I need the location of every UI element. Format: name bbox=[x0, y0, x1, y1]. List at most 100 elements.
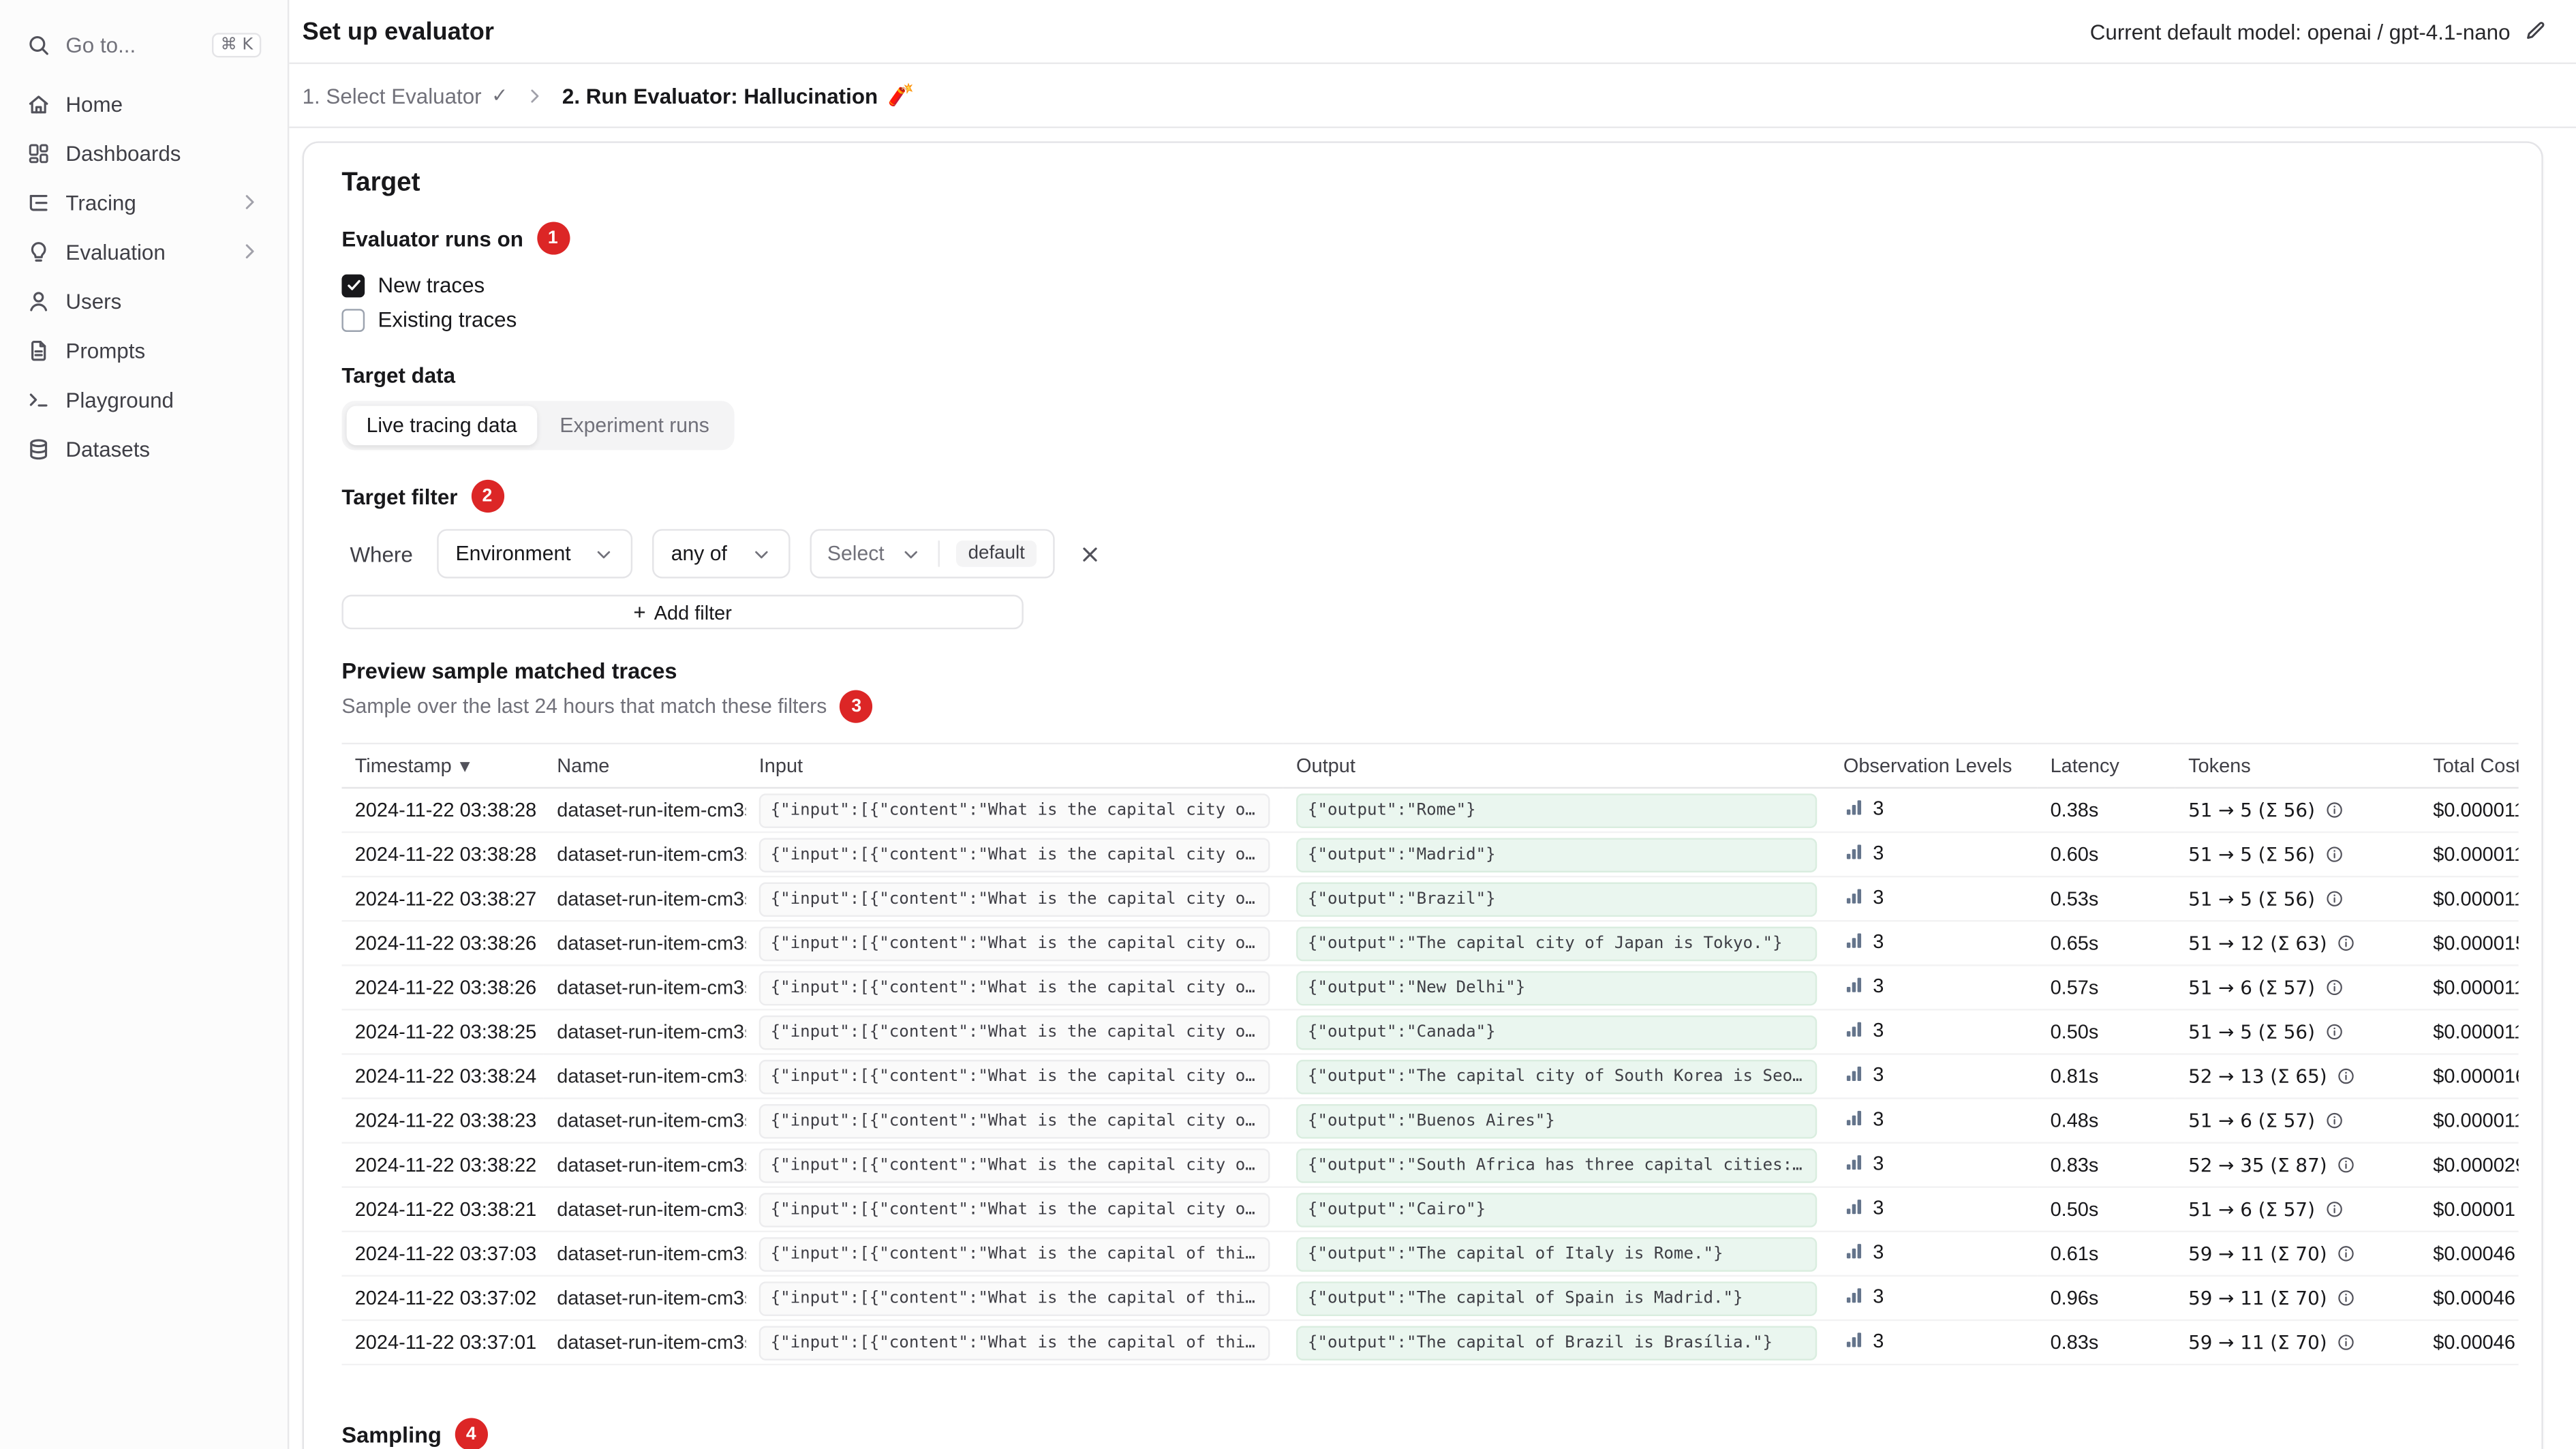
table-row[interactable]: 2024-11-22 03:38:28 dataset-run-item-cm3… bbox=[341, 787, 2519, 834]
cell-output: {"output":"Cairo"} bbox=[1283, 1187, 1830, 1233]
checkbox-new-traces[interactable]: New traces bbox=[341, 268, 2515, 303]
table-header-row: Timestamp ▼ Name Input Output Observation Lev… bbox=[341, 742, 2519, 789]
info-icon[interactable] bbox=[2337, 1155, 2357, 1175]
cell-total-cost: $0.000016 bbox=[2419, 1054, 2519, 1099]
sidebar-item-users[interactable]: Users bbox=[13, 276, 274, 325]
observation-levels-icon bbox=[1843, 1285, 1865, 1307]
cell-name: dataset-run-item-cm3s4 bbox=[543, 832, 746, 878]
info-icon[interactable] bbox=[2325, 977, 2344, 997]
sort-desc-icon: ▼ bbox=[459, 759, 470, 774]
checkbox-existing-traces[interactable]: Existing traces bbox=[341, 303, 2515, 337]
cell-name: dataset-run-item-cm3s4 bbox=[543, 1187, 746, 1233]
chevron-right-icon bbox=[524, 85, 545, 106]
dashboards-icon bbox=[27, 140, 51, 165]
table-row[interactable]: 2024-11-22 03:38:25 dataset-run-item-cm3… bbox=[341, 1009, 2519, 1055]
close-icon bbox=[1077, 541, 1102, 566]
checkbox[interactable] bbox=[341, 273, 365, 297]
table-row[interactable]: 2024-11-22 03:38:21 dataset-run-item-cm3… bbox=[341, 1187, 2519, 1233]
sidebar-item-datasets[interactable]: Datasets bbox=[13, 424, 274, 473]
column-header-input[interactable]: Input bbox=[746, 742, 1283, 789]
column-header-name[interactable]: Name bbox=[543, 742, 746, 789]
table-row[interactable]: 2024-11-22 03:38:24 dataset-run-item-cm3… bbox=[341, 1054, 2519, 1099]
cell-name: dataset-run-item-cm3s4 bbox=[543, 1231, 746, 1277]
filter-value-chip: default bbox=[956, 540, 1037, 567]
cell-latency: 0.50s bbox=[2037, 1009, 2175, 1055]
table-row[interactable]: 2024-11-22 03:37:03 dataset-run-item-cm3… bbox=[341, 1231, 2519, 1277]
cell-input: {"input":[{"content":"What is the capita… bbox=[746, 921, 1283, 966]
table-row[interactable]: 2024-11-22 03:38:23 dataset-run-item-cm3… bbox=[341, 1098, 2519, 1144]
playground-icon bbox=[27, 387, 51, 412]
cell-name: dataset-run-item-cm3s4 bbox=[543, 1142, 746, 1188]
info-icon[interactable] bbox=[2325, 1022, 2344, 1041]
sidebar-item-tracing[interactable]: Tracing bbox=[13, 177, 274, 226]
filter-value-placeholder: Select bbox=[827, 542, 885, 566]
table-row[interactable]: 2024-11-22 03:38:28 dataset-run-item-cm3… bbox=[341, 832, 2519, 878]
home-icon bbox=[27, 91, 51, 116]
cell-timestamp: 2024-11-22 03:38:24 bbox=[341, 1054, 544, 1099]
cell-latency: 0.65s bbox=[2037, 921, 2175, 966]
edit-pencil-icon[interactable] bbox=[2524, 20, 2547, 43]
cell-latency: 0.38s bbox=[2037, 787, 2175, 834]
info-icon[interactable] bbox=[2325, 1111, 2344, 1131]
column-header-total-cost[interactable]: Total Cost bbox=[2419, 742, 2519, 789]
filter-column-select[interactable]: Environment bbox=[437, 529, 634, 579]
table-row[interactable]: 2024-11-22 03:38:27 dataset-run-item-cm3… bbox=[341, 876, 2519, 922]
cell-output: {"output":"The capital of Spain is Madri… bbox=[1283, 1275, 1830, 1322]
add-filter-button[interactable]: + Add filter bbox=[341, 594, 1024, 630]
column-header-timestamp[interactable]: Timestamp ▼ bbox=[341, 742, 544, 789]
app-root: Go to... ⌘ K Home Dashboards Tracing Eva… bbox=[0, 0, 2576, 1449]
column-header-latency[interactable]: Latency bbox=[2037, 742, 2175, 789]
sidebar-item-playground[interactable]: Playground bbox=[13, 375, 274, 424]
info-icon[interactable] bbox=[2325, 889, 2344, 909]
cell-tokens: 51 → 5 (Σ 56) bbox=[2175, 787, 2420, 834]
tab-experiment-runs[interactable]: Experiment runs bbox=[540, 406, 729, 445]
table-row[interactable]: 2024-11-22 03:38:26 dataset-run-item-cm3… bbox=[341, 921, 2519, 966]
cell-timestamp: 2024-11-22 03:38:22 bbox=[341, 1142, 544, 1188]
observation-levels-icon bbox=[1843, 1153, 1865, 1174]
cell-output: {"output":"The capital of Italy is Rome.… bbox=[1283, 1231, 1830, 1277]
go-to-label: Go to... bbox=[65, 32, 136, 57]
table-row[interactable]: 2024-11-22 03:38:22 dataset-run-item-cm3… bbox=[341, 1142, 2519, 1188]
page-content: Target Evaluator runs on 1 New traces Ex… bbox=[289, 128, 2576, 1449]
info-icon[interactable] bbox=[2337, 1244, 2357, 1264]
column-header-output[interactable]: Output bbox=[1283, 742, 1830, 789]
filter-value-select[interactable]: Select default bbox=[809, 529, 1055, 579]
column-header-observation-levels[interactable]: Observation Levels bbox=[1830, 742, 2038, 789]
sidebar-item-dashboards[interactable]: Dashboards bbox=[13, 128, 274, 177]
observation-levels-icon bbox=[1843, 975, 1865, 996]
cell-tokens: 52 → 35 (Σ 87) bbox=[2175, 1142, 2420, 1188]
cell-tokens: 52 → 13 (Σ 65) bbox=[2175, 1054, 2420, 1099]
info-icon[interactable] bbox=[2325, 844, 2344, 864]
plus-icon: + bbox=[633, 599, 646, 625]
sidebar-item-prompts[interactable]: Prompts bbox=[13, 325, 274, 374]
prompts-icon bbox=[27, 337, 51, 362]
table-row[interactable]: 2024-11-22 03:38:26 dataset-run-item-cm3… bbox=[341, 965, 2519, 1011]
runs-on-options: New traces Existing traces bbox=[341, 268, 2515, 337]
remove-filter-button[interactable] bbox=[1074, 538, 1105, 570]
cell-total-cost: $0.000011 ( bbox=[2419, 876, 2519, 922]
cell-observation-levels: 3 bbox=[1830, 832, 2038, 878]
cell-total-cost: $0.000011 ( bbox=[2419, 965, 2519, 1011]
cell-input: {"input":[{"content":"What is the capita… bbox=[746, 1275, 1283, 1322]
target-data-tabs: Live tracing data Experiment runs bbox=[341, 401, 734, 451]
target-filter-label: Target filter bbox=[341, 483, 458, 509]
info-icon[interactable] bbox=[2337, 1067, 2357, 1086]
info-icon[interactable] bbox=[2325, 800, 2344, 820]
info-icon[interactable] bbox=[2337, 1288, 2357, 1308]
go-to-search[interactable]: Go to... ⌘ K bbox=[13, 20, 274, 69]
table-row[interactable]: 2024-11-22 03:37:02 dataset-run-item-cm3… bbox=[341, 1275, 2519, 1322]
step-select-evaluator[interactable]: 1. Select Evaluator ✓ bbox=[303, 83, 508, 108]
filter-operator-select[interactable]: any of bbox=[653, 529, 790, 579]
tab-live-tracing-data[interactable]: Live tracing data bbox=[346, 406, 537, 446]
sidebar-item-home[interactable]: Home bbox=[13, 79, 274, 128]
column-header-tokens[interactable]: Tokens bbox=[2175, 742, 2420, 789]
info-icon[interactable] bbox=[2325, 1200, 2344, 1219]
info-icon[interactable] bbox=[2337, 1332, 2357, 1352]
info-icon[interactable] bbox=[2337, 933, 2357, 953]
table-row[interactable]: 2024-11-22 03:37:01 dataset-run-item-cm3… bbox=[341, 1320, 2519, 1366]
cell-observation-levels: 3 bbox=[1830, 965, 2038, 1011]
cell-output: {"output":"Rome"} bbox=[1283, 787, 1830, 834]
checkbox[interactable] bbox=[341, 308, 365, 331]
cell-input: {"input":[{"content":"What is the capita… bbox=[746, 787, 1283, 834]
sidebar-item-evaluation[interactable]: Evaluation bbox=[13, 227, 274, 276]
